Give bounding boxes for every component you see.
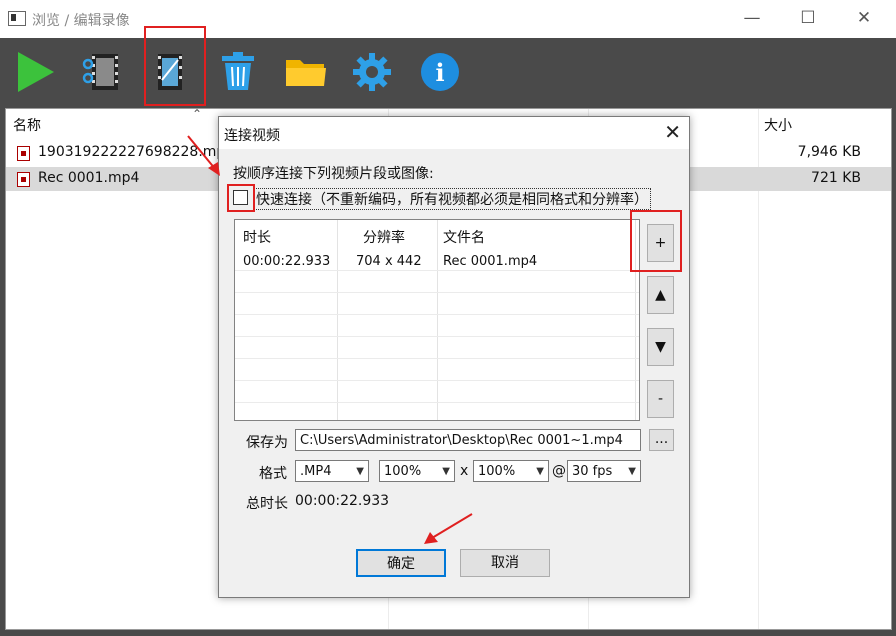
file-size: 7,946 KB — [797, 144, 861, 160]
row-divider — [235, 314, 639, 315]
film-settings-icon[interactable] — [80, 50, 124, 94]
window-title: 浏览 / 编辑录像 — [32, 13, 130, 29]
instruction-text: 按顺序连接下列视频片段或图像: — [233, 166, 434, 182]
app-icon — [8, 11, 26, 26]
ok-button[interactable]: 确定 — [356, 549, 446, 577]
gear-icon[interactable] — [350, 50, 394, 94]
clip-resolution[interactable]: 704 x 442 — [356, 254, 422, 269]
play-icon[interactable] — [14, 50, 58, 94]
video-file-icon — [17, 146, 30, 161]
column-header-resolution[interactable]: 分辨率 — [363, 227, 405, 247]
format-label: 格式 — [259, 466, 287, 482]
row-divider — [235, 336, 639, 337]
column-divider — [437, 220, 438, 420]
file-name: Rec 0001.mp4 — [38, 170, 140, 186]
format-value: .MP4 — [300, 464, 332, 479]
remove-clip-button[interactable]: - — [647, 380, 674, 418]
times-separator: x — [460, 463, 469, 479]
dialog-close-button[interactable]: ✕ — [664, 120, 681, 144]
annotation-arrow-icon — [424, 513, 473, 544]
total-duration-label: 总时长 — [246, 496, 288, 512]
column-header-duration[interactable]: 时长 — [243, 227, 271, 247]
row-divider — [235, 270, 639, 271]
close-button[interactable]: ✕ — [836, 0, 892, 38]
move-down-button[interactable]: ▼ — [647, 328, 674, 366]
save-path-field[interactable]: C:\Users\Administrator\Desktop\Rec 0001~… — [295, 429, 641, 451]
info-icon[interactable]: i — [418, 50, 462, 94]
row-divider — [235, 402, 639, 403]
video-file-icon — [17, 172, 30, 187]
dialog-title-bar: 连接视频 ✕ — [219, 117, 689, 149]
column-header-filename[interactable]: 文件名 — [443, 227, 485, 247]
trash-icon[interactable] — [216, 50, 260, 94]
highlight-box — [144, 26, 206, 106]
toolbar: i — [0, 38, 896, 108]
maximize-button[interactable]: ☐ — [780, 0, 836, 38]
highlight-box — [630, 210, 682, 272]
column-header-size[interactable]: 大小 — [764, 115, 792, 135]
chevron-down-icon: ▼ — [442, 466, 450, 477]
total-duration-value: 00:00:22.933 — [295, 493, 390, 509]
row-divider — [235, 380, 639, 381]
chevron-down-icon: ▼ — [356, 466, 364, 477]
row-divider — [235, 358, 639, 359]
cancel-button[interactable]: 取消 — [460, 549, 550, 577]
folder-icon[interactable] — [284, 50, 328, 94]
minimize-button[interactable]: — — [724, 0, 780, 38]
save-as-label: 保存为 — [246, 435, 288, 451]
scale-height-value: 100% — [478, 464, 516, 479]
column-header-name[interactable]: 名称 — [13, 115, 41, 135]
title-bar: 浏览 / 编辑录像 — ☐ ✕ — [0, 0, 896, 38]
file-size: 721 KB — [811, 170, 861, 186]
format-select[interactable]: .MP4 ▼ — [295, 460, 369, 482]
column-divider — [337, 220, 338, 420]
clip-duration[interactable]: 00:00:22.933 — [243, 254, 330, 269]
chevron-down-icon: ▼ — [536, 466, 544, 477]
scale-width-select[interactable]: 100% ▼ — [379, 460, 455, 482]
scale-height-select[interactable]: 100% ▼ — [473, 460, 549, 482]
chevron-down-icon: ▼ — [628, 466, 636, 477]
at-separator: @ — [552, 463, 566, 479]
clip-table: 时长 分辨率 文件名 00:00:22.933 704 x 442 Rec 00… — [234, 219, 640, 421]
fps-select[interactable]: 30 fps ▼ — [567, 460, 641, 482]
scale-width-value: 100% — [384, 464, 422, 479]
fps-value: 30 fps — [572, 464, 613, 479]
browse-button[interactable]: ... — [649, 429, 674, 451]
svg-text:i: i — [435, 58, 444, 87]
highlight-box — [227, 184, 255, 212]
clip-filename[interactable]: Rec 0001.mp4 — [443, 254, 537, 269]
annotation-arrow-icon — [187, 135, 220, 176]
fast-connect-label[interactable]: 快速连接（不重新编码，所有视频都必须是相同格式和分辨率） — [253, 188, 651, 210]
dialog-title: 连接视频 — [224, 128, 280, 144]
row-divider — [235, 292, 639, 293]
move-up-button[interactable]: ▲ — [647, 276, 674, 314]
sort-caret-icon: ⌃ — [192, 107, 203, 121]
